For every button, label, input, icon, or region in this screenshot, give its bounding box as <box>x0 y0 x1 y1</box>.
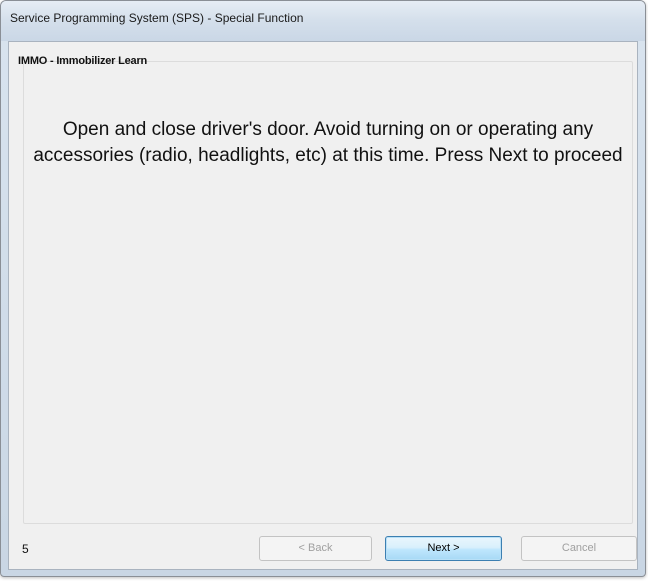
window-title: Service Programming System (SPS) - Speci… <box>10 11 304 25</box>
wizard-step-title: IMMO - Immobilizer Learn <box>18 55 148 67</box>
cancel-button[interactable]: Cancel <box>521 536 637 561</box>
back-button[interactable]: < Back <box>259 536 372 561</box>
dialog-window: Service Programming System (SPS) - Speci… <box>0 0 646 577</box>
next-button[interactable]: Next > <box>385 536 502 561</box>
instruction-text: Open and close driver's door. Avoid turn… <box>33 119 623 166</box>
title-bar[interactable]: Service Programming System (SPS) - Speci… <box>1 1 645 41</box>
step-number: 5 <box>22 542 29 556</box>
